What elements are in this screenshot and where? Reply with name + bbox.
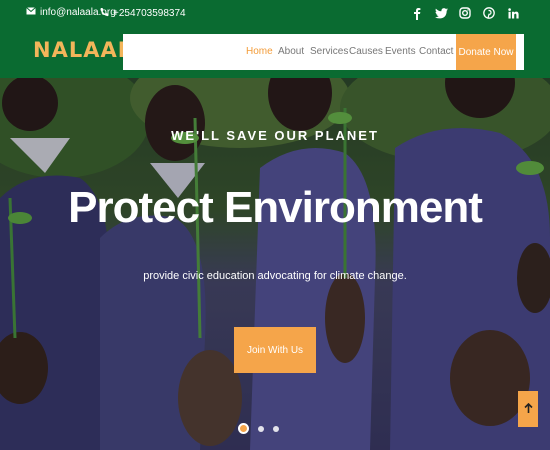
back-to-top-button[interactable]	[518, 391, 538, 427]
join-with-us-button[interactable]: Join With Us	[234, 327, 316, 373]
pinterest-icon[interactable]	[482, 6, 496, 20]
nav-about[interactable]: About	[278, 46, 304, 57]
facebook-icon[interactable]	[410, 6, 424, 20]
donate-button[interactable]: Donate Now	[456, 34, 516, 70]
slider-dot-2[interactable]	[258, 425, 264, 432]
hero-headline: Protect Environment	[68, 183, 483, 232]
slider-dots	[238, 423, 279, 434]
nav-events[interactable]: Events	[385, 46, 416, 57]
slider-dot-3[interactable]	[273, 425, 279, 432]
hero-slider: WE'LL SAVE OUR PLANET Protect Environmen…	[0, 78, 550, 450]
main-nav: Home About Services Causes Events Contac…	[123, 34, 524, 70]
nav-services[interactable]: Services	[310, 46, 348, 57]
nav-contact[interactable]: Contact	[419, 46, 453, 57]
phone-text: +254703598374	[113, 8, 186, 19]
twitter-icon[interactable]	[434, 6, 448, 20]
arrow-up-icon	[523, 402, 533, 417]
top-contact-bar: info@nalaala.org +254703598374	[0, 0, 550, 26]
linkedin-icon[interactable]	[506, 6, 520, 20]
site-header: NALAALA Home About Services Causes Event…	[0, 26, 550, 78]
contact-phone[interactable]: +254703598374	[100, 7, 186, 20]
hero-subline: provide civic education advocating for c…	[143, 270, 407, 282]
social-links	[410, 6, 520, 20]
phone-icon	[100, 7, 109, 20]
hero-eyebrow: WE'LL SAVE OUR PLANET	[171, 128, 379, 143]
instagram-icon[interactable]	[458, 6, 472, 20]
nav-causes[interactable]: Causes	[349, 46, 383, 57]
nav-home[interactable]: Home	[246, 46, 273, 57]
slider-dot-1[interactable]	[238, 423, 249, 434]
envelope-icon	[26, 7, 36, 18]
